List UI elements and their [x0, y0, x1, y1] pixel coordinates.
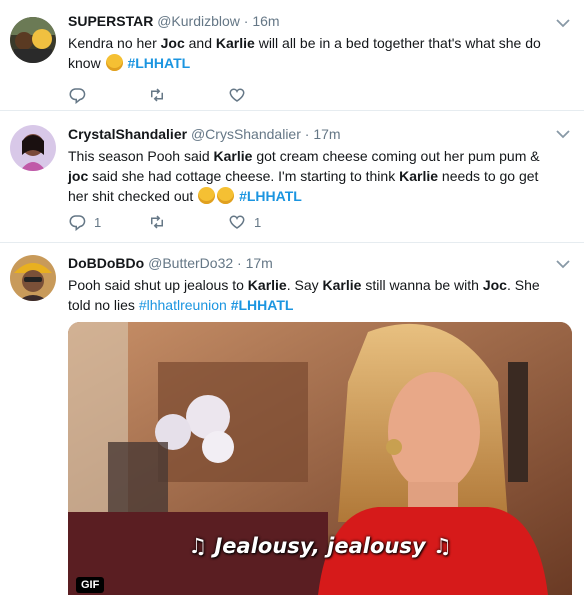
- retweet-icon: [151, 215, 163, 229]
- action-bar: 1 1: [68, 213, 308, 231]
- tweet-header: SUPERSTAR @Kurdizblow · 16m: [68, 12, 554, 30]
- gif-badge: GIF: [76, 577, 105, 593]
- gif-media[interactable]: ♫ Jealousy, jealousy ♫ GIF: [68, 322, 572, 595]
- woozy-emoji: [198, 187, 216, 204]
- tweet-text: This season Pooh said Karlie got cream c…: [68, 148, 540, 204]
- timestamp[interactable]: 17m: [246, 255, 273, 271]
- hashtag-link[interactable]: #lhhatlreunion: [139, 297, 227, 313]
- separator-dot: ·: [304, 126, 310, 142]
- reply-button[interactable]: 1: [68, 213, 148, 231]
- display-name[interactable]: SUPERSTAR: [68, 13, 153, 29]
- user-handle[interactable]: @CrysShandalier: [191, 126, 301, 142]
- hashtag-link[interactable]: #LHHATL: [239, 188, 302, 204]
- timestamp[interactable]: 16m: [252, 13, 279, 29]
- highlighted-keyword: Karlie: [247, 277, 287, 293]
- display-name[interactable]: CrystalShandalier: [68, 126, 187, 142]
- hashtag-link[interactable]: #LHHATL: [231, 297, 294, 313]
- retweet-icon: [151, 88, 163, 102]
- separator-dot: ·: [243, 13, 249, 29]
- avatar[interactable]: [10, 125, 56, 171]
- action-bar: [68, 86, 308, 104]
- user-handle[interactable]: @Kurdizblow: [157, 13, 240, 29]
- tweet-header: CrystalShandalier @CrysShandalier · 17m: [68, 125, 554, 143]
- like-count: 1: [254, 214, 262, 230]
- display-name[interactable]: DoBDoBDo: [68, 255, 144, 271]
- highlighted-keyword: joc: [68, 168, 89, 184]
- user-handle[interactable]: @ButterDo32: [148, 255, 233, 271]
- tweet-text: Kendra no her Joc and Karlie will all be…: [68, 35, 541, 71]
- tweet-text: Pooh said shut up jealous to Karlie. Say…: [68, 277, 540, 313]
- highlighted-keyword: Joc: [160, 35, 185, 51]
- highlighted-keyword: Joc: [482, 277, 507, 293]
- reply-icon: [69, 215, 86, 231]
- reply-icon: [69, 88, 86, 104]
- reply-count: 1: [94, 214, 102, 230]
- hashtag-link[interactable]: #LHHATL: [127, 55, 190, 71]
- tweet-header: DoBDoBDo @ButterDo32 · 17m: [68, 254, 554, 272]
- woozy-emoji: [217, 187, 235, 204]
- retweet-button[interactable]: [148, 86, 228, 104]
- retweet-button[interactable]: [148, 213, 228, 231]
- tweet-2[interactable]: CrystalShandalier @CrysShandalier · 17m …: [0, 111, 584, 243]
- heart-icon: [229, 215, 245, 229]
- rofl-emoji: [105, 54, 123, 71]
- highlighted-keyword: Karlie: [322, 277, 362, 293]
- chevron-down-icon[interactable]: [556, 129, 570, 139]
- highlighted-keyword: Karlie: [215, 35, 255, 51]
- tweet-1[interactable]: SUPERSTAR @Kurdizblow · 16m Kendra no he…: [0, 0, 584, 111]
- highlighted-keyword: Karlie: [399, 168, 439, 184]
- chevron-down-icon[interactable]: [556, 18, 570, 28]
- gif-caption: ♫ Jealousy, jealousy ♫: [188, 534, 452, 558]
- chevron-down-icon[interactable]: [556, 259, 570, 269]
- like-button[interactable]: 1: [228, 213, 308, 231]
- avatar[interactable]: [10, 255, 56, 301]
- separator-dot: ·: [237, 255, 242, 271]
- like-button[interactable]: [228, 86, 308, 104]
- heart-icon: [229, 88, 245, 102]
- avatar[interactable]: [10, 17, 56, 63]
- timestamp[interactable]: 17m: [313, 126, 340, 142]
- reply-button[interactable]: [68, 86, 148, 104]
- highlighted-keyword: Karlie: [213, 148, 253, 164]
